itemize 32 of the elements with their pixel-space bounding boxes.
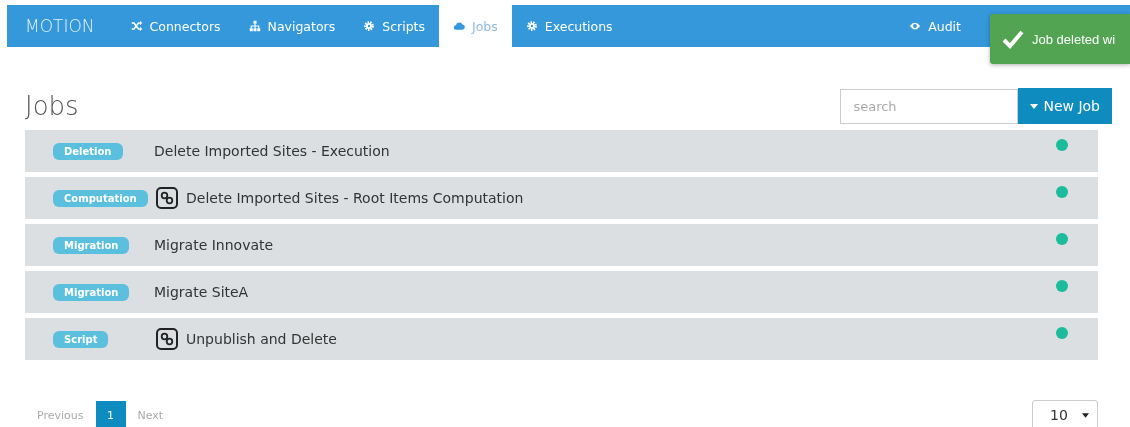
search-field[interactable]: search bbox=[840, 88, 1019, 124]
job-name[interactable]: Delete Imported Sites - Execution bbox=[154, 143, 390, 159]
job-row[interactable]: Migration Migrate Innovate bbox=[25, 224, 1098, 266]
page-title: Jobs bbox=[25, 91, 80, 121]
job-name[interactable]: Migrate SiteA bbox=[154, 284, 249, 300]
type-tag: Migration bbox=[53, 283, 130, 301]
type-tag: Script bbox=[53, 330, 109, 348]
link-icon bbox=[156, 328, 178, 350]
type-tag: Migration bbox=[53, 236, 130, 254]
settings-icon bbox=[363, 20, 376, 32]
cloud-icon bbox=[453, 20, 465, 32]
check-icon bbox=[1002, 29, 1024, 49]
job-row[interactable]: Deletion Delete Imported Sites - Execution bbox=[25, 130, 1098, 172]
sitemap-icon bbox=[248, 20, 261, 32]
page-size-select[interactable]: 10 bbox=[1032, 400, 1098, 427]
eye-icon bbox=[909, 20, 922, 32]
type-tag: Computation bbox=[53, 189, 148, 207]
page-number[interactable]: 1 bbox=[95, 401, 126, 427]
link-icon bbox=[156, 187, 178, 209]
type-tag: Deletion bbox=[53, 142, 123, 160]
settings-icon bbox=[525, 20, 538, 32]
job-row[interactable]: Computation Delete Imported Sites - Root Items Computation bbox=[25, 177, 1098, 219]
caret-icon bbox=[1082, 412, 1089, 418]
new-job-button[interactable]: New Job bbox=[1018, 88, 1112, 124]
toast-message: Job deleted wi bbox=[1032, 31, 1116, 47]
job-name[interactable]: Migrate Innovate bbox=[154, 237, 274, 253]
caret-icon bbox=[1030, 103, 1039, 109]
job-row[interactable]: Migration Migrate SiteA bbox=[25, 271, 1098, 313]
shuffle-icon bbox=[130, 20, 143, 32]
job-name[interactable]: Unpublish and Delete bbox=[186, 331, 337, 347]
job-name[interactable]: Delete Imported Sites - Root Items Computation bbox=[186, 190, 524, 206]
job-row[interactable]: Script Unpublish and Delete bbox=[25, 318, 1098, 360]
